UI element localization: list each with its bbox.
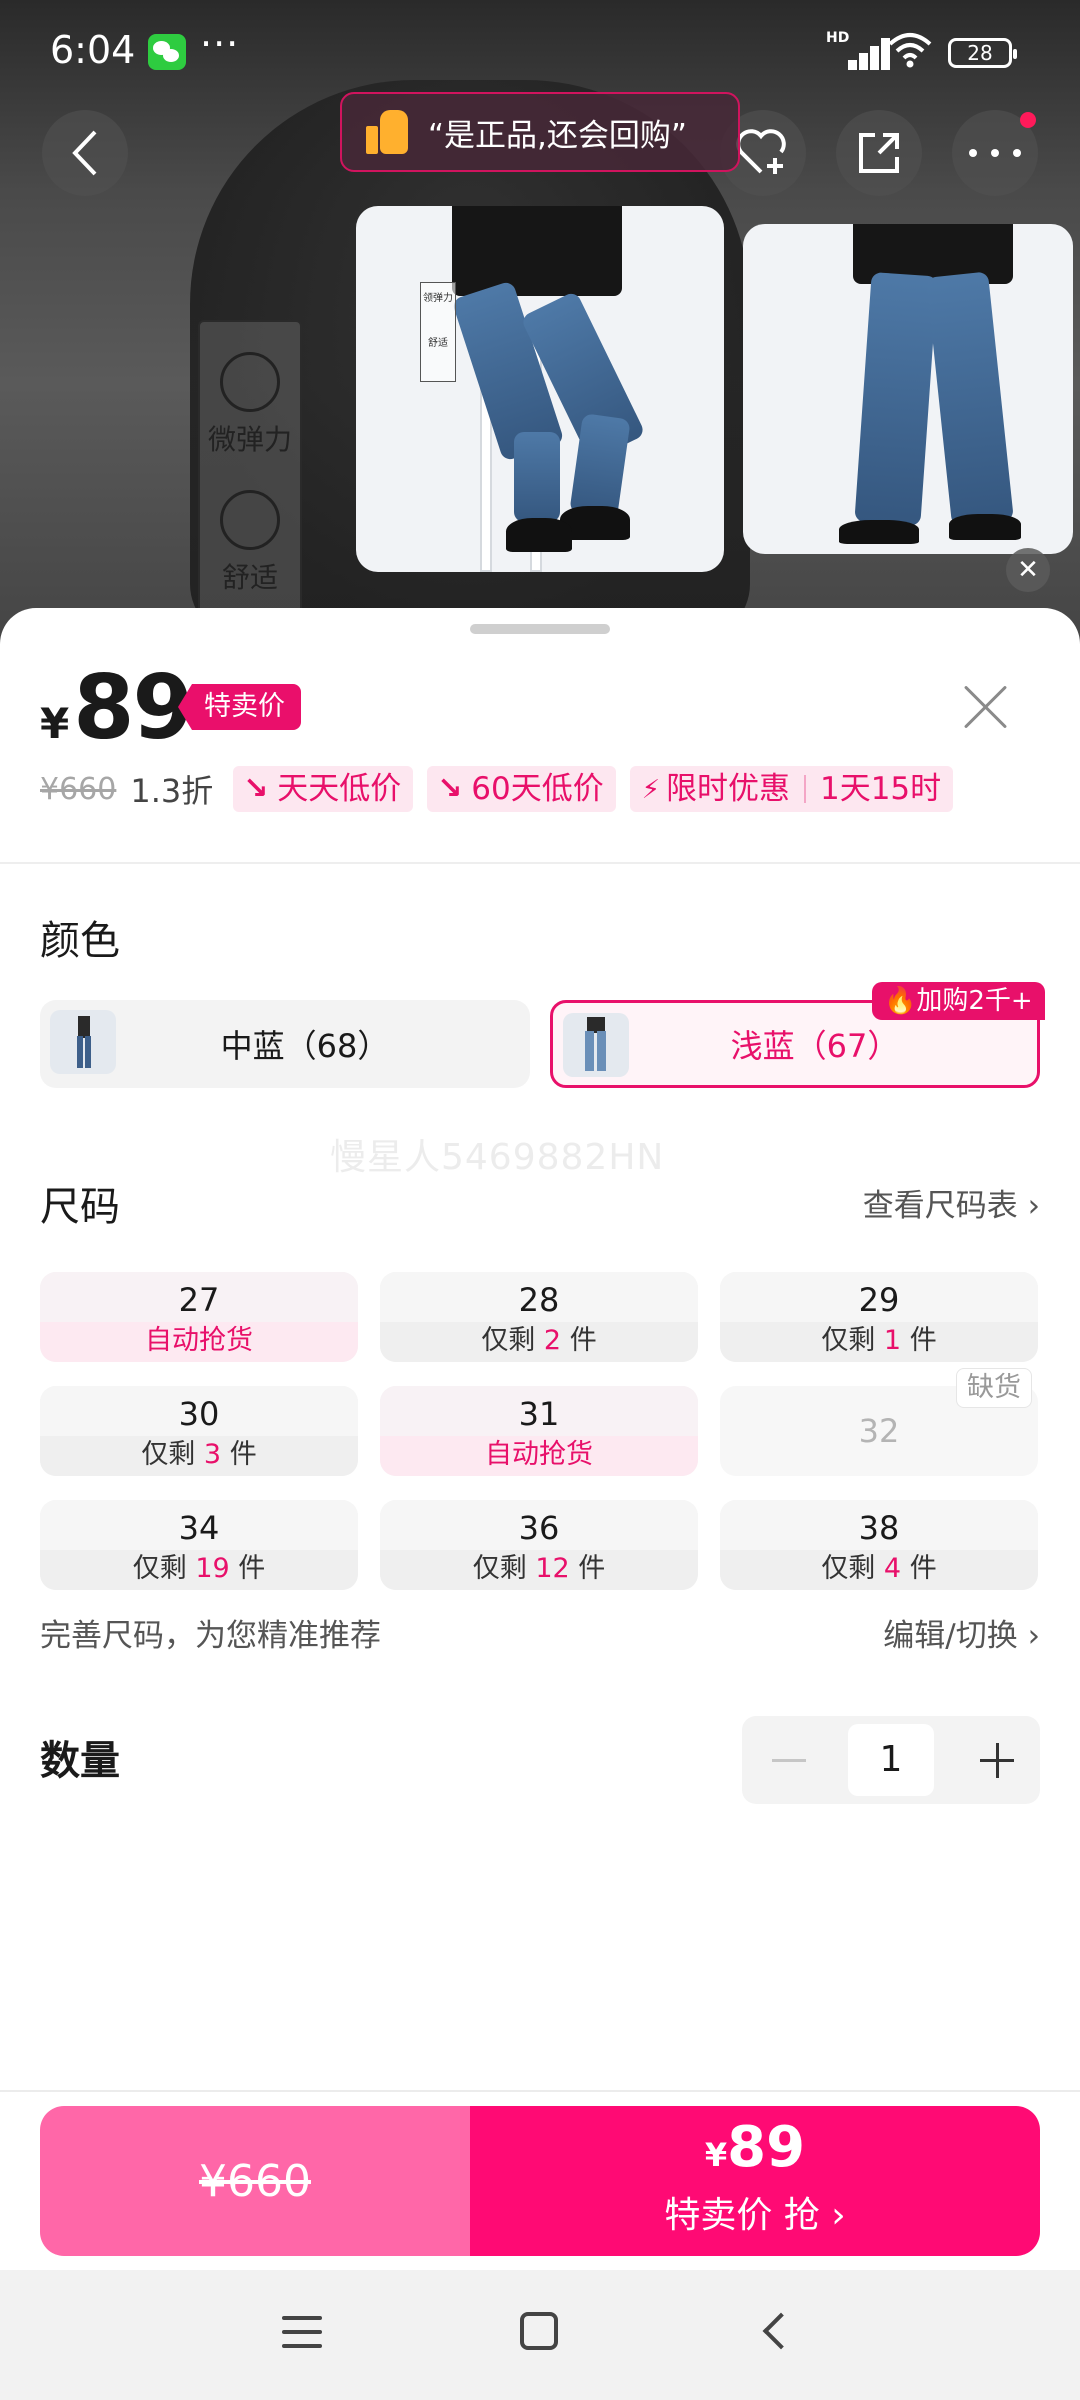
back-button[interactable] <box>42 110 128 196</box>
price-value: 89 <box>73 656 193 759</box>
color-option-medium-blue[interactable]: 中蓝（68） <box>40 1000 530 1088</box>
stock-left-label: 仅剩 3 件 <box>40 1436 358 1476</box>
buy-bar: ¥660 ¥89 特卖价 抢 › <box>40 2106 1040 2256</box>
original-price-button[interactable]: ¥660 <box>40 2106 470 2256</box>
stock-left-label: 仅剩 19 件 <box>40 1550 358 1590</box>
wifi-icon <box>888 32 932 74</box>
buy-now-button[interactable]: ¥89 特卖价 抢 › <box>470 2106 1040 2256</box>
close-icon[interactable]: ✕ <box>1006 548 1050 592</box>
minus-icon[interactable] <box>742 1716 832 1804</box>
lightning-icon <box>642 765 660 813</box>
heart-plus-icon <box>736 129 786 174</box>
background-feature-tags: 微弹力 舒适 <box>198 320 302 620</box>
watermark: 慢星人5469882HN <box>330 1137 665 1178</box>
system-navigation-bar <box>0 2270 1080 2400</box>
wechat-icon <box>148 34 186 70</box>
close-sheet-button[interactable] <box>956 678 1016 738</box>
size-option-29[interactable]: 29 仅剩 1 件 <box>720 1272 1038 1362</box>
limited-offer-chip: 限时优惠 1天15时 <box>629 765 954 813</box>
menu-icon[interactable] <box>282 2316 322 2348</box>
countdown-label: 1天15时 <box>819 771 942 807</box>
auto-restock-label: 自动抢货 <box>40 1322 358 1362</box>
chevron-right-icon: › <box>1027 1618 1040 1654</box>
product-image-standing[interactable] <box>743 224 1073 554</box>
size-recommend-row: 完善尺码，为您精准推荐 编辑/切换 › <box>40 1610 1040 1655</box>
status-bar: 6:04 ··· HD 28 <box>0 0 1080 100</box>
more-dots-icon <box>969 149 1021 157</box>
divider <box>0 862 1080 864</box>
color-section-title: 颜色 <box>40 918 120 964</box>
chevron-right-icon: › <box>1027 1188 1040 1224</box>
stock-left-label: 仅剩 4 件 <box>720 1550 1038 1590</box>
feature-label: 领弹力 舒适 <box>420 282 456 382</box>
chevron-left-icon <box>72 130 97 176</box>
price: ¥ 89 <box>40 656 194 759</box>
trend-down-icon <box>437 766 465 812</box>
buy-label: 特卖价 抢 › <box>664 2195 846 2236</box>
size-option-27[interactable]: 27 自动抢货 <box>40 1272 358 1362</box>
color-thumbnail <box>50 1010 116 1074</box>
divider <box>0 2090 1080 2092</box>
stock-left-label: 仅剩 2 件 <box>380 1322 698 1362</box>
price-info-row: ¥660 1.3折 天天低价 60天低价 限时优惠 1天15时 <box>40 765 954 813</box>
currency-symbol: ¥ <box>40 699 70 748</box>
stock-left-label: 仅剩 12 件 <box>380 1550 698 1590</box>
review-tip-bubble[interactable]: “是正品,还会回购” <box>340 92 740 172</box>
daily-low-price-chip: 天天低价 <box>233 766 414 812</box>
sheet-drag-handle[interactable] <box>470 624 610 634</box>
edit-size-link[interactable]: 编辑/切换 › <box>883 1610 1040 1655</box>
out-of-stock-tag: 缺货 <box>956 1368 1032 1408</box>
size-option-31[interactable]: 31 自动抢货 <box>380 1386 698 1476</box>
back-icon[interactable] <box>760 2310 790 2354</box>
trend-down-icon <box>243 766 271 812</box>
notification-dot <box>1020 112 1036 128</box>
more-button[interactable] <box>952 110 1038 196</box>
sku-selection-sheet: ¥ 89 特卖价 ¥660 1.3折 天天低价 60天低价 限时优惠 1天15时… <box>0 608 1080 2270</box>
quantity-stepper: 1 <box>742 1716 1040 1804</box>
plus-icon[interactable] <box>950 1716 1040 1804</box>
60-day-low-price-chip: 60天低价 <box>427 766 616 812</box>
review-tip-text: “是正品,还会回购” <box>428 117 687 154</box>
special-price-badge: 特卖价 <box>178 684 301 730</box>
home-icon[interactable] <box>520 2312 558 2350</box>
original-price: ¥660 <box>40 771 117 807</box>
thumbs-up-icon <box>366 110 408 154</box>
flame-icon: 🔥 <box>884 986 917 1016</box>
size-option-34[interactable]: 34 仅剩 19 件 <box>40 1500 358 1590</box>
size-recommend-hint: 完善尺码，为您精准推荐 <box>40 1618 381 1654</box>
size-chart-link[interactable]: 查看尺码表 › <box>863 1180 1040 1225</box>
color-thumbnail <box>563 1013 629 1077</box>
share-button[interactable] <box>836 110 922 196</box>
background-tag: 舒适 <box>200 490 300 596</box>
product-image-sitting[interactable]: 领弹力 舒适 <box>356 206 724 572</box>
background-tag: 微弹力 <box>200 352 300 458</box>
stock-left-label: 仅剩 1 件 <box>720 1322 1038 1362</box>
quantity-input[interactable]: 1 <box>848 1724 934 1796</box>
size-option-38[interactable]: 38 仅剩 4 件 <box>720 1500 1038 1590</box>
quantity-title: 数量 <box>40 1738 120 1784</box>
size-option-28[interactable]: 28 仅剩 2 件 <box>380 1272 698 1362</box>
size-option-36[interactable]: 36 仅剩 12 件 <box>380 1500 698 1590</box>
status-time: 6:04 <box>50 28 136 72</box>
battery-icon: 28 <box>948 38 1017 68</box>
hot-add-to-cart-tag: 🔥加购2千+ <box>872 982 1045 1020</box>
discount-label: 1.3折 <box>130 772 214 810</box>
auto-restock-label: 自动抢货 <box>380 1436 698 1476</box>
size-option-30[interactable]: 30 仅剩 3 件 <box>40 1386 358 1476</box>
share-icon <box>859 133 899 173</box>
chevron-right-icon: › <box>819 2195 846 2236</box>
buy-price: ¥89 <box>704 2115 806 2180</box>
signal-icon <box>826 34 890 70</box>
more-notifications-icon: ··· <box>200 22 240 66</box>
size-section-title: 尺码 <box>40 1184 120 1230</box>
